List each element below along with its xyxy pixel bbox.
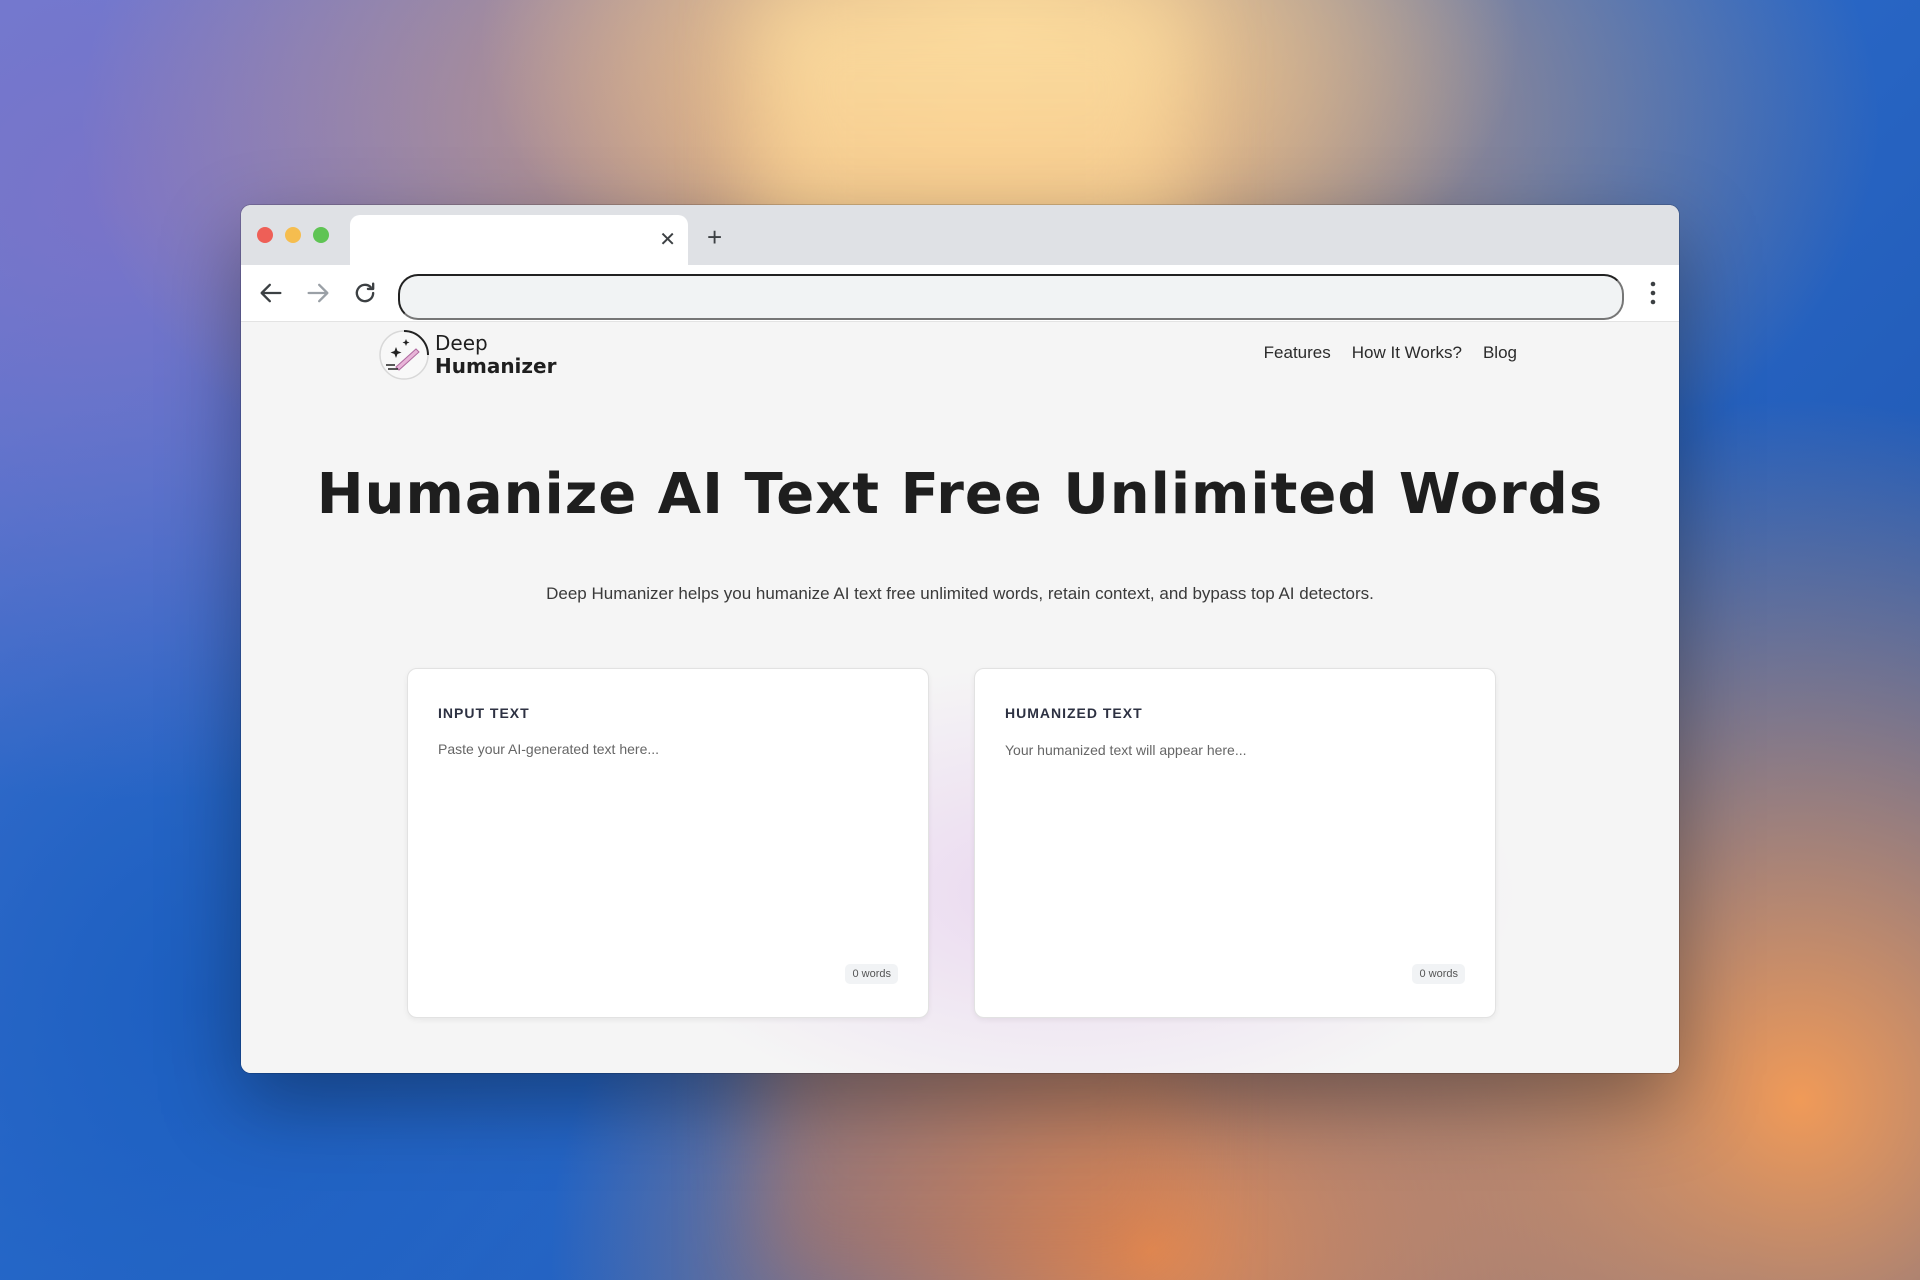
web-page: Deep Humanizer Features How It Works? Bl… (241, 322, 1679, 1073)
logo-line2: Humanizer (435, 354, 557, 378)
input-word-count: 0 words (845, 964, 898, 984)
browser-toolbar (241, 265, 1679, 322)
input-card-label: INPUT TEXT (438, 705, 530, 721)
close-tab-icon[interactable]: ✕ (659, 228, 676, 252)
logo-icon[interactable] (378, 329, 430, 381)
browser-window: ✕ + Deep Humanizer Features How It Works… (241, 205, 1679, 1073)
maximize-window-button[interactable] (313, 227, 329, 243)
output-card-label: HUMANIZED TEXT (1005, 705, 1143, 721)
nav-link-how-it-works[interactable]: How It Works? (1352, 343, 1462, 363)
input-textarea[interactable] (436, 735, 900, 951)
output-text[interactable]: Your humanized text will appear here... (1005, 742, 1247, 758)
logo-wordmark[interactable]: Deep Humanizer (435, 332, 556, 378)
hero-subtitle: Deep Humanizer helps you humanize AI tex… (546, 584, 1374, 603)
output-word-count: 0 words (1412, 964, 1465, 984)
minimize-window-button[interactable] (285, 227, 301, 243)
forward-arrow-icon[interactable] (304, 279, 332, 307)
reload-icon[interactable] (351, 279, 379, 307)
nav-link-features[interactable]: Features (1264, 343, 1331, 363)
logo-line1: Deep (435, 331, 488, 355)
output-card: HUMANIZED TEXT Your humanized text will … (974, 668, 1496, 1018)
more-vert-icon[interactable] (1649, 279, 1657, 307)
tab-bar: ✕ + (241, 205, 1679, 265)
input-card: INPUT TEXT 0 words (407, 668, 929, 1018)
main-nav: Features How It Works? Blog (1264, 343, 1517, 363)
browser-tab[interactable]: ✕ (350, 215, 688, 265)
close-window-button[interactable] (257, 227, 273, 243)
new-tab-button[interactable]: + (707, 224, 722, 250)
address-bar[interactable] (398, 274, 1624, 320)
hero-title: Humanize AI Text Free Unlimited Words (316, 462, 1604, 527)
back-arrow-icon[interactable] (257, 279, 285, 307)
nav-link-blog[interactable]: Blog (1483, 343, 1517, 363)
